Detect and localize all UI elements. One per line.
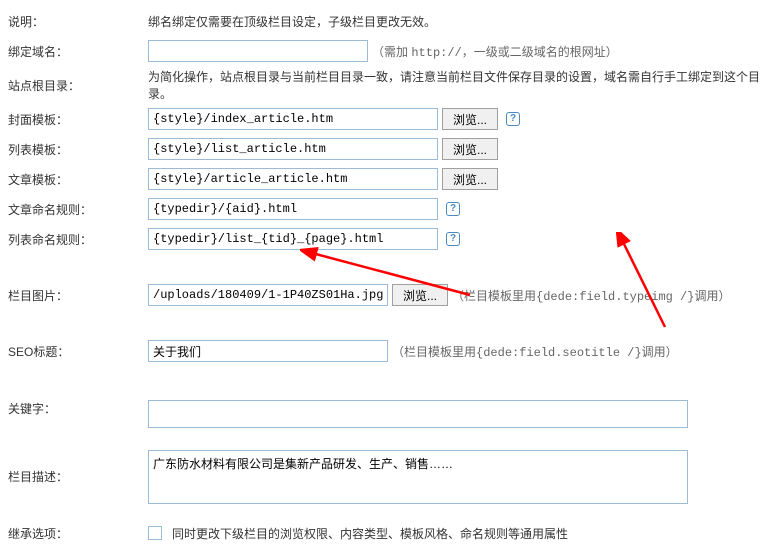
keywords-input[interactable] xyxy=(148,400,688,428)
list-rule-label: 列表命名规则： xyxy=(8,231,148,248)
bind-domain-label: 绑定域名： xyxy=(8,43,148,60)
bind-domain-input[interactable] xyxy=(148,40,368,62)
explain-text: 绑名绑定仅需要在顶级栏目设定，子级栏目更改无效。 xyxy=(148,13,765,30)
help-icon[interactable]: ? xyxy=(446,202,460,216)
site-root-label: 站点根目录： xyxy=(8,77,148,94)
col-image-label: 栏目图片： xyxy=(8,287,148,304)
article-rule-label: 文章命名规则： xyxy=(8,201,148,218)
help-icon[interactable]: ? xyxy=(446,232,460,246)
seo-title-label: SEO标题： xyxy=(8,343,148,360)
cover-tpl-browse-button[interactable]: 浏览... xyxy=(442,108,498,130)
article-tpl-browse-button[interactable]: 浏览... xyxy=(442,168,498,190)
col-image-hint: （栏目模板里用{dede:field.typeimg /}调用） xyxy=(452,287,730,304)
col-image-input[interactable] xyxy=(148,284,388,306)
desc-label: 栏目描述： xyxy=(8,450,148,485)
article-tpl-input[interactable] xyxy=(148,168,438,190)
desc-input[interactable] xyxy=(148,450,688,504)
list-tpl-label: 列表模板： xyxy=(8,141,148,158)
list-tpl-browse-button[interactable]: 浏览... xyxy=(442,138,498,160)
seo-title-input[interactable] xyxy=(148,340,388,362)
list-rule-input[interactable] xyxy=(148,228,438,250)
article-tpl-label: 文章模板： xyxy=(8,171,148,188)
cover-tpl-label: 封面模板： xyxy=(8,111,148,128)
bind-domain-hint: （需加 http://，一级或二级域名的根网址） xyxy=(372,43,618,60)
col-image-browse-button[interactable]: 浏览... xyxy=(392,284,448,306)
inherit-text: 同时更改下级栏目的浏览权限、内容类型、模板风格、命名规则等通用属性 xyxy=(172,525,568,542)
article-rule-input[interactable] xyxy=(148,198,438,220)
inherit-checkbox[interactable] xyxy=(148,526,162,540)
keywords-label: 关键字： xyxy=(8,400,148,417)
cover-tpl-input[interactable] xyxy=(148,108,438,130)
explain-label: 说明： xyxy=(8,13,148,30)
inherit-label: 继承选项： xyxy=(8,525,148,542)
list-tpl-input[interactable] xyxy=(148,138,438,160)
help-icon[interactable]: ? xyxy=(506,112,520,126)
site-root-text: 为简化操作，站点根目录与当前栏目目录一致，请注意当前栏目文件保存目录的设置，域名… xyxy=(148,68,765,102)
seo-title-hint: （栏目模板里用{dede:field.seotitle /}调用） xyxy=(392,343,678,360)
